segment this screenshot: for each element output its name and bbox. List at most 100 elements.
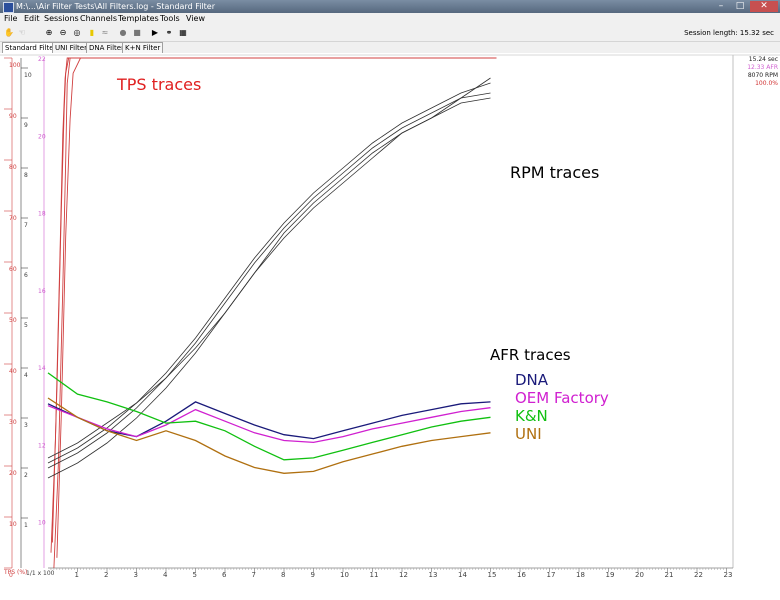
afr-tick-label: 10 <box>38 520 46 527</box>
note-icon[interactable]: ▮ <box>87 28 97 38</box>
session-length: Session length: 15.32 sec <box>684 29 774 37</box>
binoculars-icon[interactable]: ⚭ <box>164 28 174 38</box>
annotation-tps-traces: TPS traces <box>116 75 201 94</box>
close-icon[interactable]: ✕ <box>750 1 778 12</box>
x-tick-label: 3 <box>134 571 138 579</box>
rpm-trace <box>47 92 491 469</box>
hand-alt-icon[interactable]: ☜ <box>17 28 27 38</box>
rpm-tick-label: 5 <box>24 322 28 329</box>
menu-edit[interactable]: Edit <box>24 14 40 23</box>
x-tick-label: 6 <box>222 571 227 579</box>
readout-tps: 100.0% <box>755 80 778 87</box>
x-tick-label: 13 <box>429 571 438 579</box>
zoom-fit-icon[interactable]: ◎ <box>72 28 82 38</box>
x-tick-label: 18 <box>576 571 585 579</box>
rpm-trace <box>47 82 491 464</box>
axis-labels: 1 2 3 4 5 6 7 8 9 10 11 12 13 14 15 16 17 18 19 20 21 22 23100… <box>4 56 732 579</box>
tab-kn-filter[interactable]: K+N Filter <box>122 42 164 53</box>
x-tick-label: 22 <box>694 571 703 579</box>
readout-afr: 12.33 AFR <box>747 64 778 71</box>
menu-tools[interactable]: Tools <box>160 14 180 23</box>
x-tick-label: 9 <box>311 571 315 579</box>
rpm-tick-label: 6 <box>24 272 28 279</box>
series-layer <box>47 57 497 569</box>
menu-templates[interactable]: Templates <box>118 14 159 23</box>
afr-trace-uni <box>47 397 491 474</box>
afr-tick-label: 22 <box>38 56 46 63</box>
app-icon <box>3 2 14 13</box>
menu-sessions[interactable]: Sessions <box>44 14 79 23</box>
x-tick-label: 1 <box>75 571 79 579</box>
tps-tick-label: 30 <box>9 419 17 426</box>
plot-grid <box>0 54 780 569</box>
zoom-in-icon[interactable]: ⊕ <box>44 28 54 38</box>
menu-bar: File Edit Sessions Channels Templates To… <box>0 13 780 25</box>
afr-trace-k-n <box>47 372 491 461</box>
maximize-icon[interactable]: □ <box>731 1 749 12</box>
tps-tick-label: 80 <box>9 164 17 171</box>
x-tick-label: 17 <box>547 571 556 579</box>
minimize-icon[interactable]: – <box>712 1 730 12</box>
x-tick-label: 12 <box>399 571 408 579</box>
value-readout: 15.24 sec 12.33 AFR 8070 RPM 100.0% <box>735 56 778 88</box>
annotations: TPS traces RPM traces AFR traces DNA OEM… <box>3 75 609 577</box>
tps-tick-label: 10 <box>9 521 17 528</box>
afr-tick-label: 20 <box>38 133 46 140</box>
title-bar: M:\...\Air Filter Tests\All Filters.log … <box>0 0 780 13</box>
x-tick-label: 20 <box>635 571 644 579</box>
data-plot[interactable]: 1 2 3 4 5 6 7 8 9 10 11 12 13 14 15 16 17 18 19 20 21 22 23100… <box>0 53 780 600</box>
tps-trace <box>56 57 497 558</box>
afr-tick-label: 18 <box>38 211 46 218</box>
origin-scale: 1/1 x 100 <box>26 570 55 577</box>
menu-view[interactable]: View <box>186 14 205 23</box>
tps-tick-label: 100 <box>9 62 21 69</box>
x-tick-label: 10 <box>340 571 349 579</box>
x-tick-label: 2 <box>104 571 108 579</box>
rpm-tick-label: 4 <box>24 372 28 379</box>
tps-tick-label: 40 <box>9 368 17 375</box>
readout-time: 15.24 sec <box>748 56 778 63</box>
stop-icon[interactable]: ■ <box>132 28 142 38</box>
x-tick-label: 23 <box>724 571 733 579</box>
afr-tick-label: 12 <box>38 442 46 449</box>
table-icon[interactable]: ▦ <box>178 28 188 38</box>
x-tick-label: 4 <box>163 571 168 579</box>
annotation-afr-traces: AFR traces <box>490 346 571 364</box>
tab-dna-filter[interactable]: DNA Filter <box>86 42 127 53</box>
tps-tick-label: 60 <box>9 266 17 273</box>
hand-icon[interactable]: ✋ <box>4 28 14 38</box>
x-tick-label: 15 <box>488 571 497 579</box>
legend-kn: K&N <box>515 407 548 425</box>
window-title: M:\...\Air Filter Tests\All Filters.log … <box>16 2 216 11</box>
x-tick-label: 7 <box>252 571 256 579</box>
x-tick-label: 11 <box>370 571 379 579</box>
annotation-rpm-traces: RPM traces <box>510 163 599 182</box>
legend-dna: DNA <box>515 371 549 389</box>
x-tick-label: 19 <box>606 571 615 579</box>
tab-uni-filter[interactable]: UNI Filter <box>52 42 90 53</box>
tps-trace <box>53 57 497 569</box>
menu-channels[interactable]: Channels <box>80 14 117 23</box>
afr-tick-label: 14 <box>38 365 46 372</box>
record-icon[interactable]: ● <box>118 28 128 38</box>
legend-uni: UNI <box>515 425 542 443</box>
play-icon[interactable]: ▶ <box>150 28 160 38</box>
x-tick-label: 14 <box>458 571 467 579</box>
legend-oem-factory: OEM Factory <box>515 389 609 407</box>
tps-trace <box>51 57 497 543</box>
x-tick-label: 21 <box>665 571 674 579</box>
tps-tick-label: 90 <box>9 113 17 120</box>
rpm-tick-label: 3 <box>24 422 28 429</box>
readout-rpm: 8070 RPM <box>747 72 778 79</box>
tps-tick-label: 50 <box>9 317 17 324</box>
wave-icon[interactable]: ≈ <box>100 28 110 38</box>
toolbar: ✋ ☜ ⊕ ⊖ ◎ ▮ ≈ ● ■ ▶ ⚭ ▦ Session length: … <box>0 25 780 42</box>
tab-bar: Standard Filter UNI Filter DNA Filter K+… <box>0 42 780 53</box>
rpm-tick-label: 9 <box>24 122 28 129</box>
rpm-tick-label: 10 <box>24 72 32 79</box>
menu-file[interactable]: File <box>4 14 17 23</box>
zoom-out-icon[interactable]: ⊖ <box>58 28 68 38</box>
x-tick-label: 16 <box>517 571 526 579</box>
tab-standard-filter[interactable]: Standard Filter <box>2 42 60 53</box>
rpm-tick-label: 1 <box>24 522 28 529</box>
